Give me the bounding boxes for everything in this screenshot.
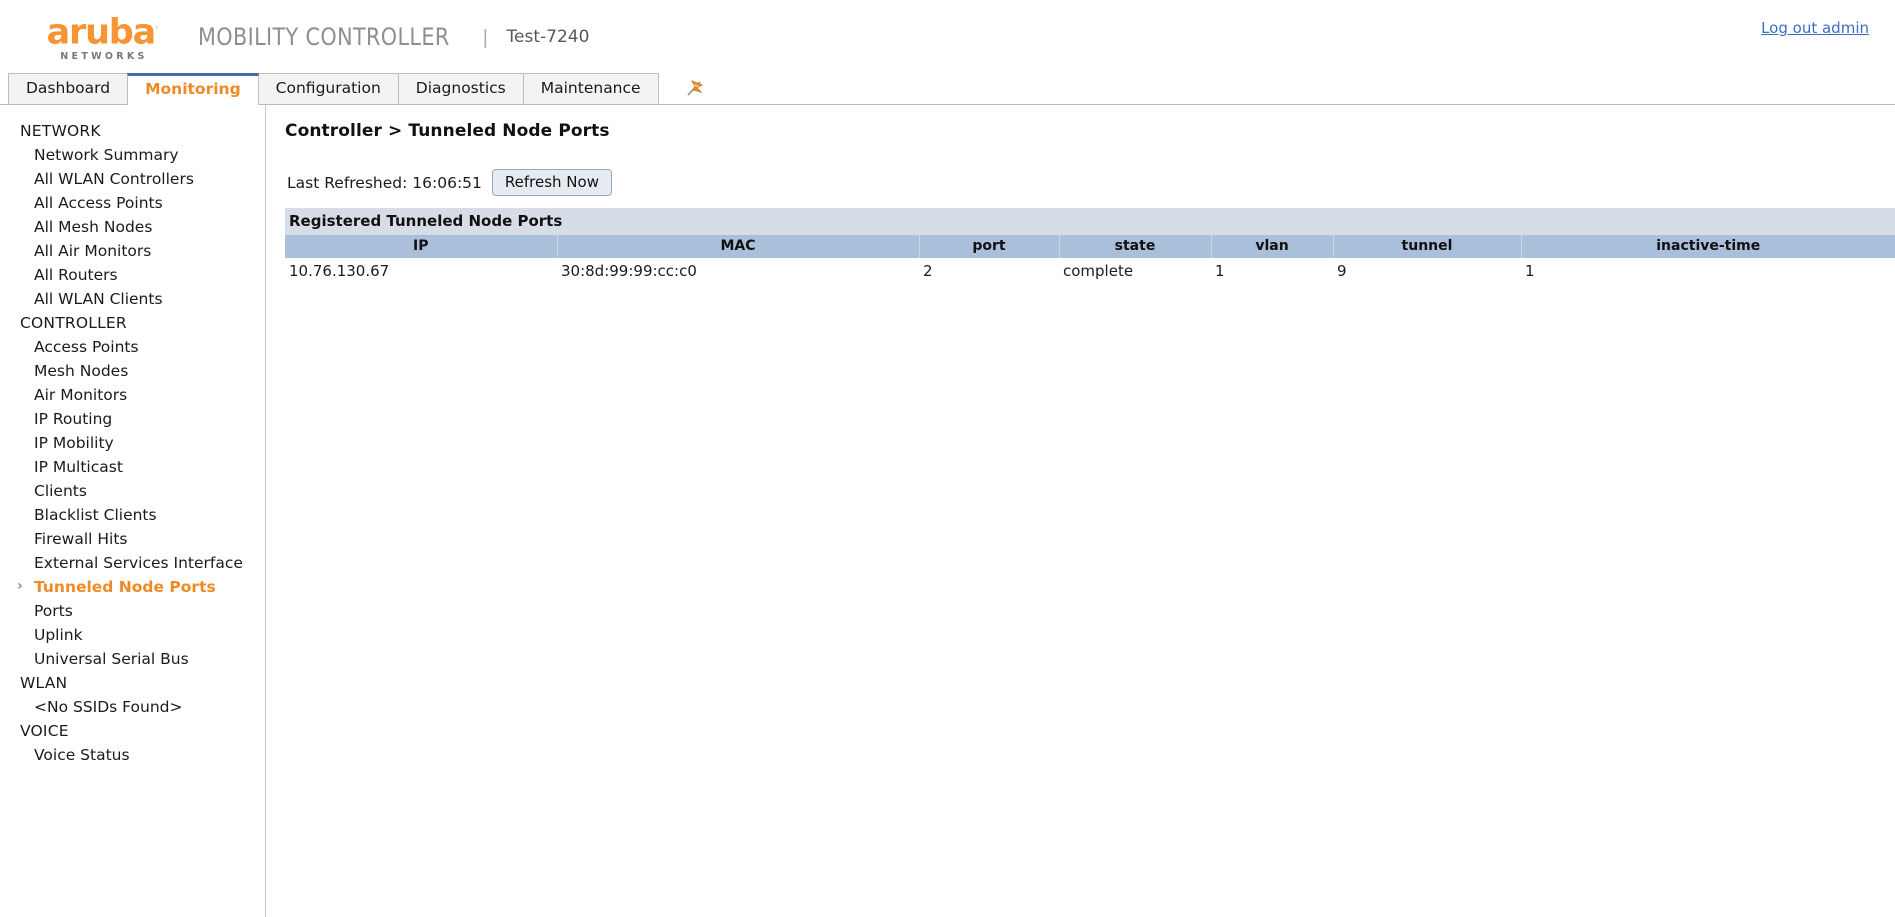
sidebar-item-uplink[interactable]: Uplink [0,623,265,647]
table-body: 10.76.130.67 30:8d:99:99:cc:c0 2 complet… [285,258,1895,284]
sidebar-item-all-access-points[interactable]: All Access Points [0,191,265,215]
column-header-tunnel[interactable]: tunnel [1333,235,1522,258]
controller-hostname: Test-7240 [506,26,590,47]
sidebar-item-all-wlan-clients[interactable]: All WLAN Clients [0,287,265,311]
banner-separator: | [482,25,489,48]
cell-ip: 10.76.130.67 [285,258,557,284]
sidebar-item-all-mesh-nodes[interactable]: All Mesh Nodes [0,215,265,239]
sidebar-item-ports[interactable]: Ports [0,599,265,623]
tab-dashboard[interactable]: Dashboard [8,73,129,104]
last-refreshed-label: Last Refreshed: 16:06:51 [287,173,482,192]
sidebar-item-no-ssids-found: <No SSIDs Found> [34,698,183,716]
sidebar-item-voice-status[interactable]: Voice Status [0,743,265,767]
logout-link[interactable]: Log out admin [1761,19,1869,37]
tab-configuration[interactable]: Configuration [257,73,399,104]
table-caption: Registered Tunneled Node Ports [285,208,1895,235]
logo-registered-mark: · [155,21,159,35]
page-title: Controller > Tunneled Node Ports [285,121,610,141]
tunneled-node-ports-table: IP MAC port state vlan tunnel inactive-t… [285,235,1895,284]
refresh-now-button[interactable]: Refresh Now [491,169,612,196]
table-header-row: IP MAC port state vlan tunnel inactive-t… [285,235,1895,258]
chevron-right-icon: › [17,578,23,594]
sidebar-item-network-summary[interactable]: Network Summary [0,143,265,167]
cell-tunnel: 9 [1333,258,1521,284]
column-header-state[interactable]: state [1059,235,1212,258]
refresh-row: Last Refreshed: 16:06:51 Refresh Now [285,169,1895,196]
nav-group-controller: CONTROLLER [20,314,127,332]
column-header-port[interactable]: port [919,235,1060,258]
sidebar-item-external-services-interface[interactable]: External Services Interface [0,551,265,575]
sidebar-item-ip-multicast[interactable]: IP Multicast [0,455,265,479]
sidebar-item-universal-serial-bus[interactable]: Universal Serial Bus [0,647,265,671]
tab-maintenance[interactable]: Maintenance [522,73,659,104]
main-content: Controller > Tunneled Node Ports Last Re… [266,105,1895,917]
logo-wordmark: aruba· [46,11,159,53]
tab-diagnostics[interactable]: Diagnostics [397,73,524,104]
column-header-inactive-time[interactable]: inactive-time [1521,235,1895,258]
cell-vlan: 1 [1211,258,1333,284]
sidebar-item-access-points[interactable]: Access Points [0,335,265,359]
main-tabbar: Dashboard Monitoring Configuration Diagn… [0,73,1895,105]
sidebar-item-label: Tunneled Node Ports [34,578,216,596]
column-header-vlan[interactable]: vlan [1211,235,1334,258]
sidebar-item-all-wlan-controllers[interactable]: All WLAN Controllers [0,167,265,191]
table-row[interactable]: 10.76.130.67 30:8d:99:99:cc:c0 2 complet… [285,258,1895,284]
cell-inactive-time: 1 [1521,258,1895,284]
sidebar-item-all-routers[interactable]: All Routers [0,263,265,287]
column-header-ip[interactable]: IP [285,235,558,258]
sidebar-item-mesh-nodes[interactable]: Mesh Nodes [0,359,265,383]
nav-group-wlan: WLAN [20,674,68,692]
page-body: NETWORK Network Summary All WLAN Control… [0,105,1895,917]
sidebar-item-air-monitors[interactable]: Air Monitors [0,383,265,407]
tab-monitoring[interactable]: Monitoring [127,73,259,105]
aruba-logo: aruba· NETWORKS [28,11,176,62]
nav-group-network: NETWORK [20,122,101,140]
sidebar-item-all-air-monitors[interactable]: All Air Monitors [0,239,265,263]
cell-port: 2 [919,258,1059,284]
sidebar-item-tunneled-node-ports[interactable]: › Tunneled Node Ports [0,575,265,599]
product-name: MOBILITY CONTROLLER [198,22,450,51]
table-head: IP MAC port state vlan tunnel inactive-t… [285,235,1895,258]
cell-mac: 30:8d:99:99:cc:c0 [557,258,919,284]
app-banner: aruba· NETWORKS MOBILITY CONTROLLER | Te… [0,0,1895,73]
registered-tunneled-node-ports-panel: Registered Tunneled Node Ports IP MAC po… [285,208,1895,284]
sidebar-item-ip-mobility[interactable]: IP Mobility [0,431,265,455]
column-header-mac[interactable]: MAC [557,235,920,258]
sidebar-item-blacklist-clients[interactable]: Blacklist Clients [0,503,265,527]
pushpin-flag-icon[interactable] [668,73,720,104]
sidebar-item-ip-routing[interactable]: IP Routing [0,407,265,431]
left-nav-sidebar: NETWORK Network Summary All WLAN Control… [0,105,266,917]
nav-group-voice: VOICE [20,722,69,740]
logo-wordmark-text: aruba [46,12,157,53]
sidebar-item-firewall-hits[interactable]: Firewall Hits [0,527,265,551]
cell-state: complete [1059,258,1211,284]
sidebar-item-clients[interactable]: Clients [0,479,265,503]
